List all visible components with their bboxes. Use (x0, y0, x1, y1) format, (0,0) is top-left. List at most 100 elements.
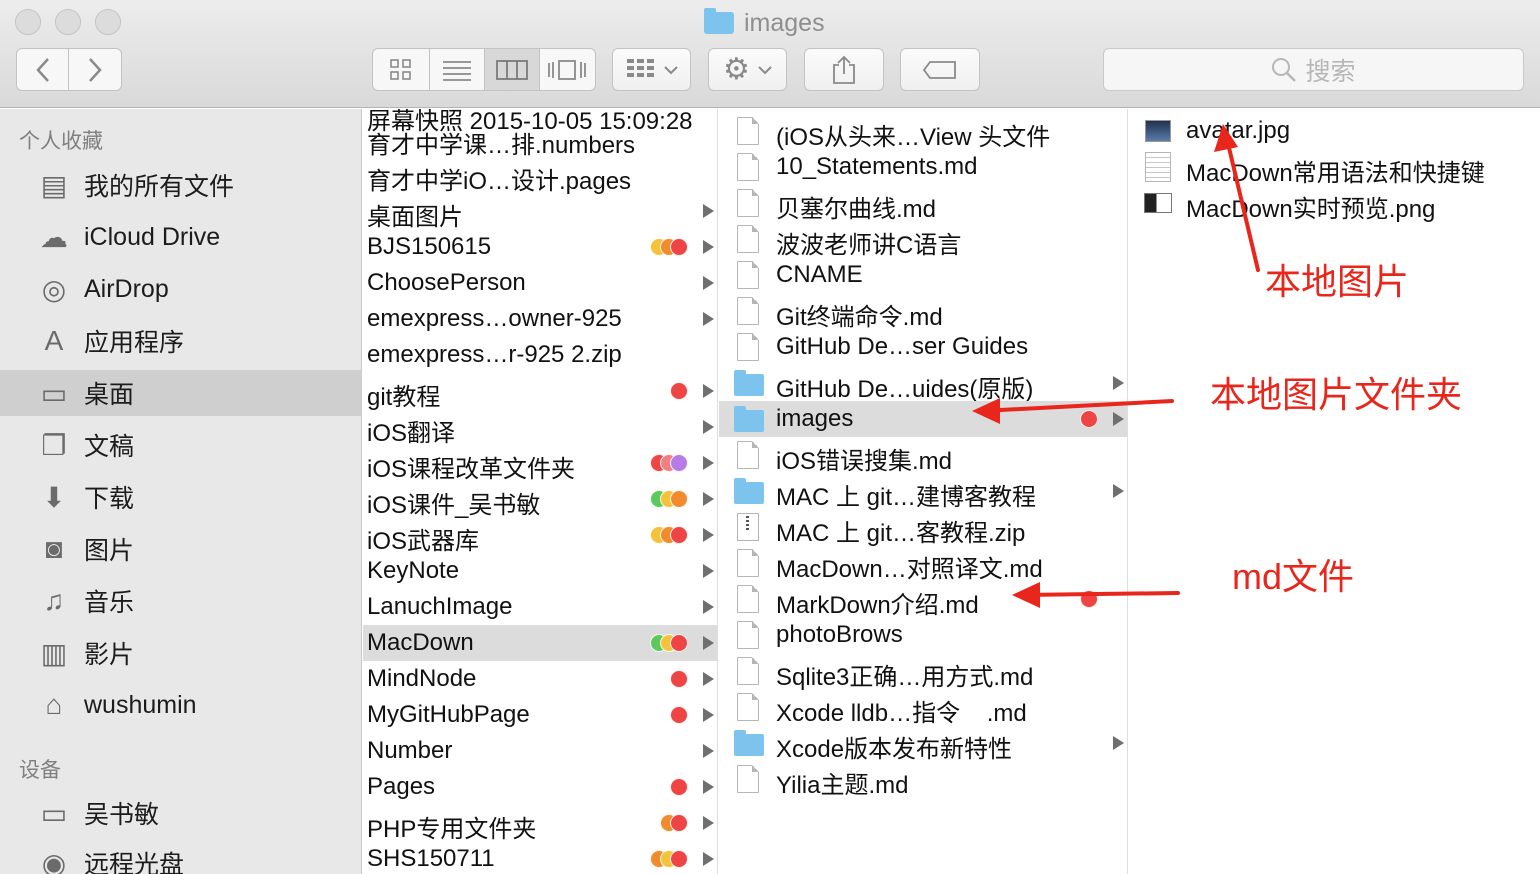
list-item[interactable]: MindNode (363, 661, 717, 697)
list-item[interactable]: emexpress…r-925 2.zip (363, 337, 717, 373)
list-item[interactable]: CNAME (719, 257, 1127, 293)
list-item[interactable]: GitHub De…ser Guides (719, 329, 1127, 365)
folder-icon (734, 730, 764, 756)
desktop-icon: ▭ (40, 377, 68, 409)
file-row-macdown-syntax[interactable]: MacDown常用语法和快捷键 (1129, 149, 1540, 187)
tag-dot-icon (670, 454, 688, 472)
list-item[interactable]: iOS课件_吴书敏 (363, 481, 717, 519)
list-item[interactable]: emexpress…owner-925 (363, 301, 717, 337)
list-item[interactable]: Xcode版本发布新特性 (719, 725, 1127, 763)
sidebar-item-home[interactable]: ⌂ wushumin (0, 682, 362, 728)
sidebar-item-computer[interactable]: ▭ 吴书敏 (0, 790, 362, 836)
document-icon (737, 117, 759, 145)
sidebar-item-remote-disc[interactable]: ◉ 远程光盘 (0, 840, 362, 874)
column-macdown[interactable]: (iOS从头来…View 头文件 10_Statements.md 贝塞尔曲线.md… (719, 109, 1128, 874)
file-row-avatar[interactable]: avatar.jpg (1129, 113, 1540, 149)
tag-dot-icon (670, 850, 688, 868)
column-desktop[interactable]: 屏幕快照 2015-10-05 15:09:28 育才中学课…排.numbers… (363, 109, 718, 874)
sidebar-item-documents[interactable]: ❐ 文稿 (0, 422, 362, 468)
document-icon (737, 621, 759, 649)
document-icon (737, 585, 759, 613)
sidebar-item-all-files[interactable]: ▤ 我的所有文件 (0, 162, 362, 208)
file-row-macdown-preview[interactable]: MacDown实时预览.png (1129, 185, 1540, 223)
item-label: MyGitHubPage (367, 701, 530, 728)
column-images[interactable]: avatar.jpg MacDown常用语法和快捷键 MacDown实时预览.p… (1129, 109, 1540, 874)
list-item[interactable]: MAC 上 git…建博客教程 (719, 473, 1127, 511)
minimize-window-button[interactable] (55, 9, 81, 35)
list-item[interactable]: GitHub De…uides(原版) (719, 365, 1127, 403)
sidebar-item-movies[interactable]: ▥ 影片 (0, 630, 362, 676)
item-label: git教程 (367, 384, 441, 411)
list-item[interactable]: MarkDown介绍.md (719, 581, 1127, 619)
sidebar-item-pictures[interactable]: ◙ 图片 (0, 526, 362, 572)
list-item[interactable]: 波波老师讲C语言 (719, 221, 1127, 259)
sidebar-item-desktop[interactable]: ▭ 桌面 (0, 370, 362, 416)
item-label: Xcode lldb…指令 .md (776, 700, 1027, 727)
list-item[interactable]: 育才中学iO…设计.pages (363, 157, 717, 195)
list-item[interactable]: MacDown (363, 625, 717, 661)
document-icon (737, 441, 759, 469)
item-label: 波波老师讲C语言 (776, 232, 962, 259)
list-item[interactable]: MacDown…对照译文.md (719, 545, 1127, 583)
list-item[interactable]: 10_Statements.md (719, 149, 1127, 185)
item-label: 桌面图片 (367, 204, 463, 231)
sidebar-item-applications[interactable]: A 应用程序 (0, 318, 362, 364)
item-label: Pages (367, 773, 436, 800)
list-item[interactable]: (iOS从头来…View 头文件 (719, 113, 1127, 151)
disclosure-arrow-icon (703, 672, 714, 686)
list-item[interactable]: ChoosePerson (363, 265, 717, 301)
icon-view-button[interactable] (373, 49, 431, 90)
action-button[interactable]: ⚙ (708, 48, 787, 91)
arrange-button[interactable] (612, 48, 691, 91)
list-item[interactable]: SHS150711 (363, 841, 717, 874)
list-item[interactable]: MyGitHubPage (363, 697, 717, 733)
color-tags (660, 814, 688, 832)
cover-flow-button[interactable] (540, 49, 595, 90)
item-label: images (776, 405, 854, 432)
list-item[interactable]: iOS错误搜集.md (719, 437, 1127, 475)
list-item[interactable]: Xcode lldb…指令 .md (719, 689, 1127, 727)
sidebar-item-icloud-drive[interactable]: ☁ iCloud Drive (0, 214, 362, 260)
sidebar-item-downloads[interactable]: ⬇ 下载 (0, 474, 362, 520)
search-field[interactable]: 搜索 (1103, 48, 1524, 91)
tag-dot-icon (670, 634, 688, 652)
airdrop-icon: ◎ (41, 273, 67, 305)
back-button[interactable] (17, 49, 70, 90)
item-label: CNAME (776, 261, 863, 288)
list-item[interactable]: images (719, 401, 1127, 437)
list-item[interactable]: MAC 上 git…客教程.zip (719, 509, 1127, 547)
list-item[interactable]: 贝塞尔曲线.md (719, 185, 1127, 223)
item-label: 育才中学iO…设计.pages (367, 168, 632, 195)
list-item[interactable]: LanuchImage (363, 589, 717, 625)
column-view-button[interactable] (485, 49, 540, 90)
item-label: 10_Statements.md (776, 153, 978, 180)
list-item[interactable]: Pages (363, 769, 717, 805)
disclosure-arrow-icon (703, 312, 714, 326)
list-item[interactable]: Sqlite3正确…用方式.md (719, 653, 1127, 691)
zoom-window-button[interactable] (95, 9, 121, 35)
share-button[interactable] (804, 48, 884, 91)
list-item[interactable]: Number (363, 733, 717, 769)
png-file-icon (1144, 193, 1172, 213)
list-item[interactable]: KeyNote (363, 553, 717, 589)
list-item[interactable]: BJS150615 (363, 229, 717, 265)
sidebar-item-music[interactable]: ♫ 音乐 (0, 578, 362, 624)
list-item[interactable]: Yilia主题.md (719, 761, 1127, 799)
item-label: iOS翻译 (367, 420, 456, 447)
close-window-button[interactable] (15, 9, 41, 35)
list-item[interactable]: git教程 (363, 373, 717, 411)
forward-button[interactable] (69, 49, 121, 90)
tags-button[interactable] (900, 48, 980, 91)
chevron-left-icon (35, 57, 49, 82)
list-item[interactable]: 育才中学课…排.numbers (363, 121, 717, 159)
list-item[interactable]: iOS翻译 (363, 409, 717, 447)
list-view-button[interactable] (430, 49, 485, 90)
list-item[interactable]: PHP专用文件夹 (363, 805, 717, 843)
list-item[interactable]: iOS课程改革文件夹 (363, 445, 717, 483)
list-item[interactable]: Git终端命令.md (719, 293, 1127, 331)
list-item[interactable]: iOS武器库 (363, 517, 717, 555)
list-item[interactable]: 桌面图片 (363, 193, 717, 231)
tag-dot-icon (670, 382, 688, 400)
sidebar-item-airdrop[interactable]: ◎ AirDrop (0, 266, 362, 312)
list-item[interactable]: photoBrows (719, 617, 1127, 653)
